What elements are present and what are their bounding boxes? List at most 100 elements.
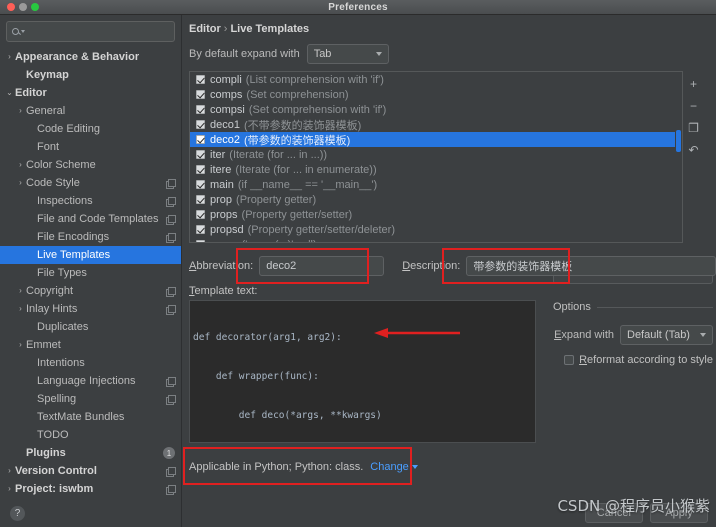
- sidebar-item-font[interactable]: Font: [0, 138, 181, 156]
- sidebar-item-textmate-bundles[interactable]: TextMate Bundles: [0, 408, 181, 426]
- sidebar-item-keymap[interactable]: Keymap: [0, 66, 181, 84]
- template-description: (Property getter): [236, 193, 317, 206]
- project-scope-icon: [166, 484, 176, 495]
- chevron-right-icon[interactable]: ›: [4, 485, 15, 493]
- sidebar-item-file-encodings[interactable]: File Encodings: [0, 228, 181, 246]
- options-expand-row: Expand with Default (Tab): [553, 325, 713, 345]
- sidebar-item-color-scheme[interactable]: › Color Scheme: [0, 156, 181, 174]
- template-enabled-checkbox[interactable]: [196, 180, 205, 189]
- template-enabled-checkbox[interactable]: [196, 105, 205, 114]
- template-abbreviation: comps: [210, 88, 243, 101]
- sidebar-item-label: General: [26, 105, 66, 117]
- template-row[interactable]: super ('super(...)' call): [190, 237, 682, 243]
- template-row[interactable]: deco2 (带参数的装饰器模板): [190, 132, 682, 147]
- sidebar-item-editor[interactable]: ⌄ Editor: [0, 84, 181, 102]
- sidebar-item-todo[interactable]: TODO: [0, 426, 181, 444]
- template-row[interactable]: itere (Iterate (for ... in enumerate)): [190, 162, 682, 177]
- template-enabled-checkbox[interactable]: [196, 120, 205, 129]
- sidebar-item-intentions[interactable]: Intentions: [0, 354, 181, 372]
- sidebar-item-version-control[interactable]: › Version Control: [0, 462, 181, 480]
- reformat-checkbox[interactable]: [564, 355, 575, 365]
- search-input[interactable]: [6, 21, 175, 42]
- template-enabled-checkbox[interactable]: [196, 210, 205, 219]
- sidebar-item-plugins[interactable]: Plugins 1: [0, 444, 181, 462]
- sidebar-item-general[interactable]: › General: [0, 102, 181, 120]
- options-expand-select[interactable]: Default (Tab): [620, 325, 713, 345]
- apply-button[interactable]: Apply: [650, 503, 708, 523]
- sidebar-item-duplicates[interactable]: Duplicates: [0, 318, 181, 336]
- template-description: (List comprehension with 'if'): [245, 73, 384, 86]
- sidebar-item-copyright[interactable]: › Copyright: [0, 282, 181, 300]
- template-row[interactable]: iter (Iterate (for ... in ...)): [190, 147, 682, 162]
- sidebar-item-label: Inlay Hints: [26, 303, 78, 315]
- chevron-down-icon[interactable]: ⌄: [4, 89, 15, 97]
- chevron-down-icon: [411, 465, 418, 470]
- template-description: (Set comprehension with 'if'): [248, 103, 387, 116]
- remove-template-icon[interactable]: −: [687, 99, 700, 112]
- change-context-link[interactable]: Change: [370, 461, 418, 473]
- sidebar-item-label: File Types: [37, 267, 87, 279]
- chevron-right-icon[interactable]: ›: [15, 161, 26, 169]
- sidebar-item-inspections[interactable]: Inspections: [0, 192, 181, 210]
- template-row[interactable]: prop (Property getter): [190, 192, 682, 207]
- sidebar-item-appearance-behavior[interactable]: › Appearance & Behavior: [0, 48, 181, 66]
- sidebar-item-file-and-code-templates[interactable]: File and Code Templates: [0, 210, 181, 228]
- cancel-button[interactable]: Cancel: [584, 503, 643, 523]
- template-row[interactable]: propsd (Property getter/setter/deleter): [190, 222, 682, 237]
- reformat-option-row[interactable]: Reformat according to style: [553, 354, 713, 366]
- template-enabled-checkbox[interactable]: [196, 225, 205, 234]
- template-text-label: Template text:: [189, 285, 258, 297]
- sidebar-item-spelling[interactable]: Spelling: [0, 390, 181, 408]
- sidebar-item-code-style[interactable]: › Code Style: [0, 174, 181, 192]
- duplicate-template-icon[interactable]: ❐: [687, 121, 700, 134]
- template-enabled-checkbox[interactable]: [196, 240, 205, 242]
- project-scope-icon: [166, 232, 176, 243]
- sidebar-item-inlay-hints[interactable]: › Inlay Hints: [0, 300, 181, 318]
- template-enabled-checkbox[interactable]: [196, 150, 205, 159]
- sidebar-item-code-editing[interactable]: Code Editing: [0, 120, 181, 138]
- template-description: ('super(...)' call): [242, 239, 317, 243]
- chevron-right-icon[interactable]: ›: [15, 305, 26, 313]
- sidebar-item-label: TODO: [37, 429, 69, 441]
- templates-scrollbar[interactable]: [675, 72, 682, 242]
- template-row[interactable]: props (Property getter/setter): [190, 207, 682, 222]
- chevron-right-icon[interactable]: ›: [15, 287, 26, 295]
- chevron-right-icon[interactable]: ›: [4, 467, 15, 475]
- description-input[interactable]: 带参数的装饰器模板: [466, 256, 716, 276]
- options-title: Options: [553, 301, 591, 313]
- abbreviation-input[interactable]: deco2: [259, 256, 385, 276]
- template-enabled-checkbox[interactable]: [196, 75, 205, 84]
- sidebar-item-live-templates[interactable]: Live Templates: [0, 246, 181, 264]
- chevron-right-icon[interactable]: ›: [15, 341, 26, 349]
- sidebar-item-label: TextMate Bundles: [37, 411, 125, 423]
- template-text-editor[interactable]: def decorator(arg1, arg2): def wrapper(f…: [189, 300, 536, 443]
- template-row[interactable]: deco1 (不带参数的装饰器模板): [190, 117, 682, 132]
- template-row[interactable]: compli (List comprehension with 'if'): [190, 72, 682, 87]
- template-enabled-checkbox[interactable]: [196, 135, 205, 144]
- options-expand-value: Default (Tab): [627, 329, 690, 341]
- sidebar-item-language-injections[interactable]: Language Injections: [0, 372, 181, 390]
- template-enabled-checkbox[interactable]: [196, 195, 205, 204]
- scrollbar-thumb[interactable]: [676, 130, 681, 152]
- chevron-right-icon[interactable]: ›: [4, 53, 15, 61]
- chevron-down-icon: [21, 30, 25, 33]
- templates-list[interactable]: compli (List comprehension with 'if') comp…: [189, 71, 683, 243]
- template-row[interactable]: main (if __name__ == '__main__'): [190, 177, 682, 192]
- template-description: (if __name__ == '__main__'): [237, 178, 378, 191]
- sidebar-item-file-types[interactable]: File Types: [0, 264, 181, 282]
- revert-template-icon[interactable]: ↶: [687, 143, 700, 156]
- chevron-right-icon[interactable]: ›: [15, 107, 26, 115]
- template-row[interactable]: compsi (Set comprehension with 'if'): [190, 102, 682, 117]
- chevron-right-icon[interactable]: ›: [15, 179, 26, 187]
- templates-toolbar: + − ❐ ↶: [683, 71, 704, 243]
- help-icon[interactable]: ?: [10, 505, 25, 521]
- sidebar-item-emmet[interactable]: › Emmet: [0, 336, 181, 354]
- template-row[interactable]: comps (Set comprehension): [190, 87, 682, 102]
- sidebar-item-project-iswbm[interactable]: › Project: iswbm: [0, 480, 181, 498]
- template-enabled-checkbox[interactable]: [196, 165, 205, 174]
- template-enabled-checkbox[interactable]: [196, 90, 205, 99]
- sidebar-search-wrap: [0, 15, 181, 46]
- expand-with-select[interactable]: Tab: [306, 44, 389, 64]
- breadcrumb-root[interactable]: Editor: [189, 23, 221, 35]
- add-template-icon[interactable]: +: [687, 77, 700, 90]
